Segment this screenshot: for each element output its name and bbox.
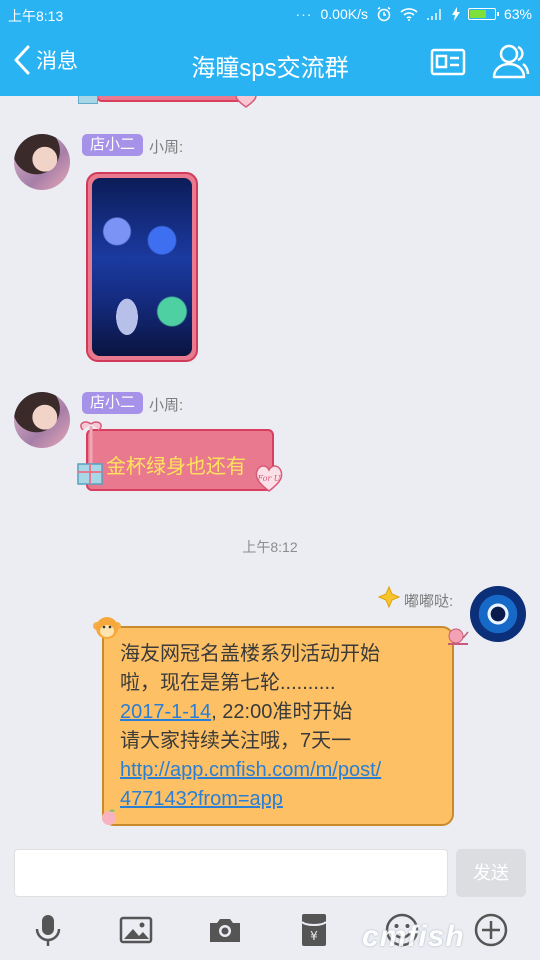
card-icon[interactable] xyxy=(430,46,466,78)
image-icon[interactable] xyxy=(118,912,154,948)
status-bar: 上午8:13 ··· 0.00K/s 63% xyxy=(0,0,540,30)
camera-icon[interactable] xyxy=(207,912,243,948)
mic-icon[interactable] xyxy=(30,912,66,948)
member-title-badge: 店小二 xyxy=(82,134,144,156)
message-line: 请大家持续关注哦，7天一 xyxy=(120,730,352,752)
sender-nickname: 嘟嘟哒: xyxy=(404,593,454,610)
sender-nickname: 小周: xyxy=(149,139,184,156)
gift-icon xyxy=(77,421,103,485)
message-line-tail: , 22:00准时开始 xyxy=(211,701,353,723)
member-title-badge: 店小二 xyxy=(82,392,144,414)
message-input[interactable] xyxy=(14,849,448,897)
battery-icon xyxy=(467,8,499,20)
heart-icon xyxy=(235,96,257,108)
peach-decoration-icon xyxy=(102,809,116,825)
sender-nickname: 小周: xyxy=(149,397,184,414)
send-button[interactable]: 发送 xyxy=(456,849,526,897)
alarm-icon xyxy=(377,6,391,22)
message-timestamp: 上午8:12 xyxy=(242,539,298,555)
status-dots: ··· xyxy=(295,6,313,22)
monkey-decoration-icon xyxy=(93,617,121,639)
battery-percent: 63% xyxy=(503,6,532,22)
message-text: 金杯绿身也还有 xyxy=(106,456,246,478)
message-line: 2017-1-14, 22:00准时开始 xyxy=(120,698,444,727)
avatar[interactable] xyxy=(14,134,70,190)
net-speed: 0.00K/s xyxy=(320,6,368,22)
battery-fill xyxy=(469,10,487,18)
chat-area[interactable]: 店小二 小周: 店小二 小周: 金杯绿身也还有 For U 上午8:12 嘟嘟哒… xyxy=(0,96,540,840)
message-line: 啦，现在是第七轮.......... xyxy=(120,672,336,694)
message-text: 海友网冠名盖楼系列活动开始 啦，现在是第七轮.......... 2017-1-… xyxy=(120,640,444,814)
charging-icon xyxy=(451,7,460,21)
wifi-icon xyxy=(400,8,418,21)
plus-icon[interactable] xyxy=(473,912,509,948)
my-avatar[interactable] xyxy=(470,586,526,642)
watermark: cmfish xyxy=(362,920,465,953)
star-badge-icon xyxy=(378,586,400,608)
status-time: 上午8:13 xyxy=(8,8,64,24)
coral-photo[interactable] xyxy=(92,178,192,356)
text-message-bubble[interactable]: 金杯绿身也还有 xyxy=(86,429,274,491)
svg-text:¥: ¥ xyxy=(310,929,318,943)
status-indicators: ··· 0.00K/s 63% xyxy=(295,6,532,22)
people-icon[interactable] xyxy=(490,42,530,80)
url-link[interactable]: http://app.cmfish.com/m/post/ xyxy=(120,759,381,781)
my-message-bubble[interactable]: 海友网冠名盖楼系列活动开始 啦，现在是第七轮.......... 2017-1-… xyxy=(102,626,454,826)
title-bar: 消息 海瞳sps交流群 xyxy=(0,30,540,96)
for-u-text: For U xyxy=(256,474,280,483)
message-line: 海友网冠名盖楼系列活动开始 xyxy=(120,643,380,665)
red-packet-icon[interactable]: ¥ xyxy=(296,912,332,948)
date-link[interactable]: 2017-1-14 xyxy=(120,701,211,723)
snail-decoration-icon xyxy=(448,628,469,645)
signal-icon xyxy=(426,9,441,20)
for-u-heart-icon: For U xyxy=(255,465,283,492)
url-link[interactable]: 477143?from=app xyxy=(120,788,283,810)
image-message-bubble[interactable] xyxy=(86,172,198,362)
avatar[interactable] xyxy=(14,392,70,448)
gift-box-fragment xyxy=(78,96,98,104)
